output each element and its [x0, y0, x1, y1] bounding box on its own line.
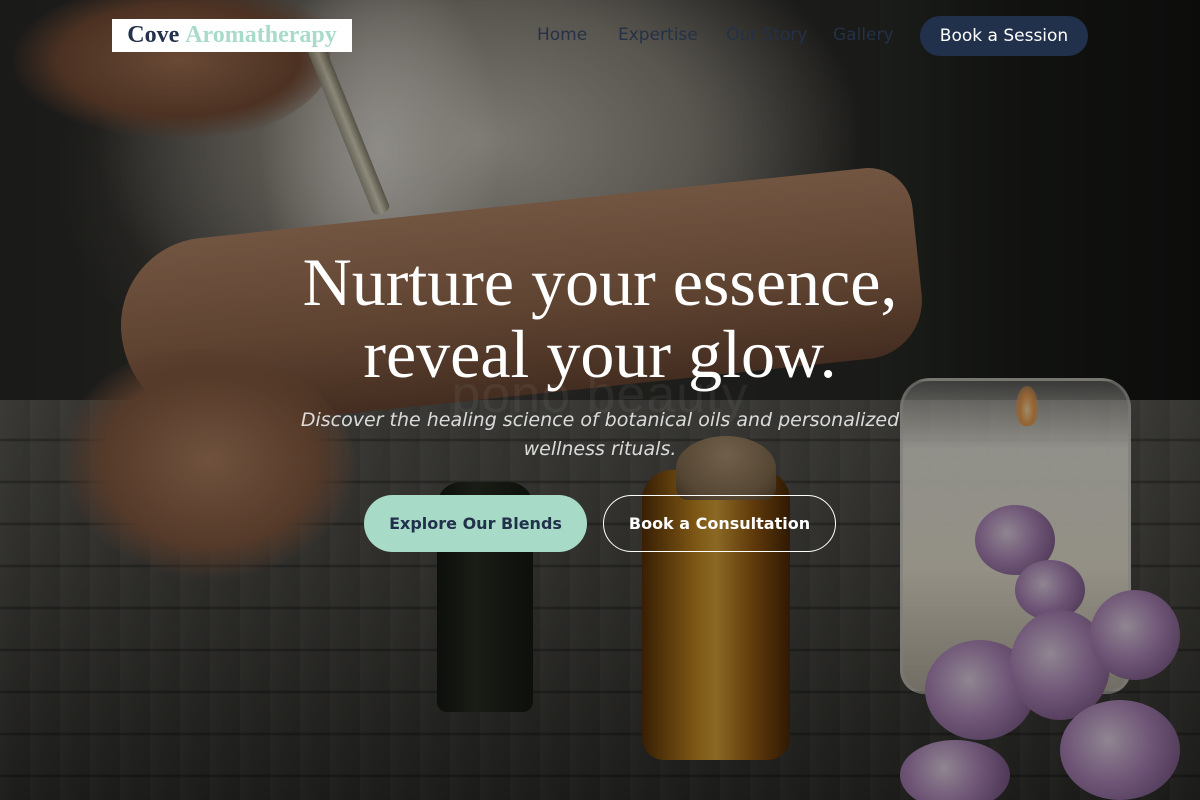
book-consultation-button[interactable]: Book a Consultation	[603, 495, 836, 552]
dark-overlay	[0, 0, 1200, 800]
hero-headline: Nurture your essence, reveal your glow.	[200, 246, 1000, 390]
headline-line-1: Nurture your essence,	[302, 244, 898, 320]
book-session-button[interactable]: Book a Session	[920, 16, 1088, 56]
nav-gallery[interactable]: Gallery	[833, 25, 894, 45]
hero-subtitle: Discover the healing science of botanica…	[300, 409, 900, 460]
headline-line-2: reveal your glow.	[363, 316, 837, 392]
nav-expertise[interactable]: Expertise	[618, 25, 698, 45]
hero-background-image: pono beauty	[0, 0, 1200, 800]
explore-blends-button[interactable]: Explore Our Blends	[364, 495, 587, 552]
nav-our-story[interactable]: Our Story	[726, 25, 807, 45]
nav-home[interactable]: Home	[537, 25, 587, 45]
